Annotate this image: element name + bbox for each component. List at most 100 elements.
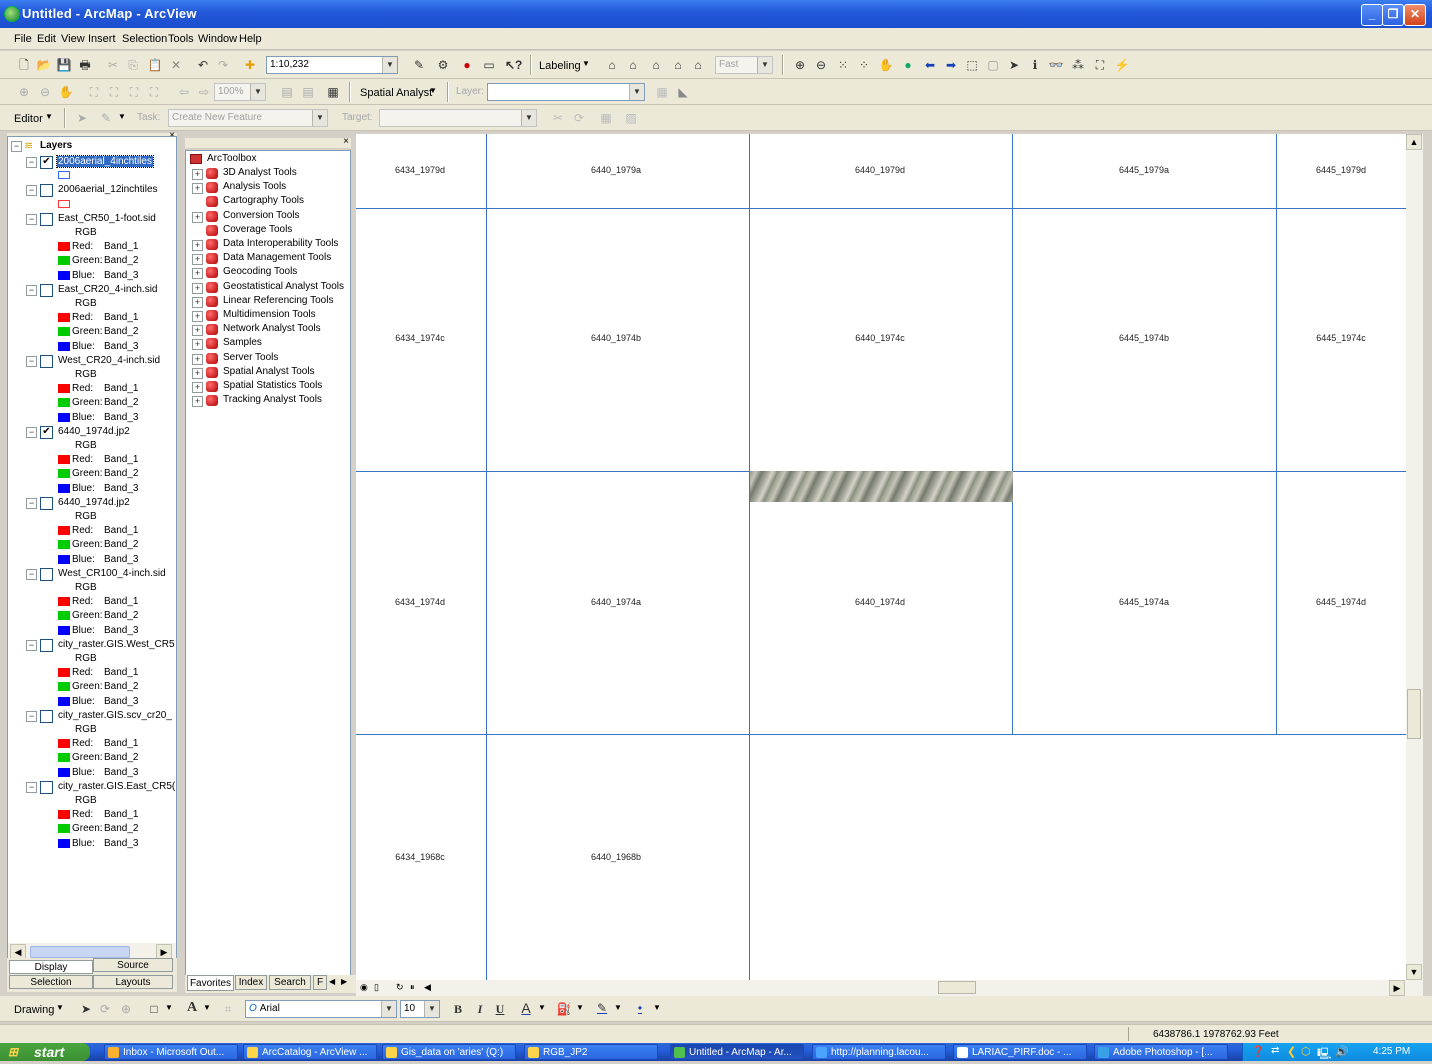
close-icon[interactable]: × xyxy=(343,136,349,147)
layer-visibility-checkbox[interactable] xyxy=(40,638,53,652)
layer-name[interactable]: city_raster.GIS.West_CR5 xyxy=(57,639,176,650)
zoom-whole-page-icon[interactable]: ⛶ xyxy=(86,84,102,100)
scroll-thumb[interactable] xyxy=(30,946,130,958)
previous-extent-icon[interactable]: ⇦ xyxy=(176,84,192,100)
zoom-percent-combo[interactable]: 100% ▼ xyxy=(214,83,266,101)
toolbox-item[interactable]: + Geostatistical Analyst Tools xyxy=(192,281,350,295)
tab-source[interactable]: Source xyxy=(93,958,173,972)
map-scale-combo[interactable]: 1:10,232 ▼ xyxy=(266,56,398,74)
layer-visibility-checkbox[interactable]: ✔ xyxy=(40,156,53,169)
expand-expander-icon[interactable]: + xyxy=(192,367,203,379)
menu-edit[interactable]: Edit xyxy=(37,33,56,45)
clear-selection-icon[interactable]: ▢ xyxy=(985,57,1001,73)
toolbox-item[interactable]: + Data Interoperability Tools xyxy=(192,238,350,252)
layer-visibility-checkbox[interactable] xyxy=(40,354,53,368)
zoom-in-icon[interactable]: ⊕ xyxy=(792,57,808,73)
layer-visibility-checkbox[interactable] xyxy=(40,496,53,510)
change-layout-icon[interactable]: ▦ xyxy=(325,84,341,100)
layer-name[interactable]: West_CR20_4-inch.sid xyxy=(57,355,161,366)
scroll-thumb[interactable] xyxy=(938,981,976,994)
expand-expander-icon[interactable]: + xyxy=(192,311,203,322)
chevron-down-icon[interactable]: ▼ xyxy=(382,57,397,73)
chevron-down-icon[interactable]: ▼ xyxy=(45,112,53,121)
computer-tray-icon[interactable]: 🖳 xyxy=(1317,1045,1332,1064)
chevron-down-icon[interactable]: ▼ xyxy=(312,110,327,126)
redo-icon[interactable]: ↷ xyxy=(215,57,231,73)
copy-icon[interactable]: ⎘ xyxy=(125,57,141,73)
chevron-down-icon[interactable]: ▼ xyxy=(165,1003,173,1012)
font-size-combo[interactable]: 10 ▼ xyxy=(400,1000,440,1018)
collapse-expander-icon[interactable]: − xyxy=(26,185,37,197)
expand-expander-icon[interactable]: + xyxy=(192,268,203,280)
layer-row[interactable]: − East_CR20_4-inch.sid xyxy=(8,283,176,297)
zoom-in-fixed-icon[interactable]: ⊕ xyxy=(16,84,32,100)
taskbar-button[interactable]: Untitled - ArcMap - Ar... xyxy=(670,1044,804,1060)
scroll-down-icon[interactable]: ▼ xyxy=(1406,964,1422,980)
task-combo[interactable]: Create New Feature ▼ xyxy=(168,109,328,127)
menu-file[interactable]: File xyxy=(14,33,32,45)
contour-icon[interactable]: ◣ xyxy=(675,84,691,100)
layer-row[interactable]: − 2006aerial_12inchtiles xyxy=(8,183,176,198)
scroll-right-icon[interactable]: ▶ xyxy=(1389,980,1405,996)
toolbox-item[interactable]: + Tracking Analyst Tools xyxy=(192,394,350,408)
menu-view[interactable]: View xyxy=(61,33,85,45)
collapse-expander-icon[interactable]: − xyxy=(26,781,37,793)
menu-help[interactable]: Help xyxy=(239,33,262,45)
collapse-expander-icon[interactable]: − xyxy=(26,213,37,225)
font-combo[interactable]: O Arial ▼ xyxy=(245,1000,397,1018)
layout-view-icon[interactable]: ▯ xyxy=(374,982,379,993)
arctoolbox-window-icon[interactable]: ● xyxy=(459,57,475,73)
rectangle-icon[interactable]: □ xyxy=(146,1001,162,1017)
layer-row[interactable]: − city_raster.GIS.West_CR5 xyxy=(8,638,176,652)
sketch-pencil-icon[interactable]: ✎ xyxy=(98,110,114,126)
map-vertical-scrollbar[interactable]: ▲ ▼ xyxy=(1406,134,1423,980)
toolbox-item[interactable]: +3D Analyst Tools xyxy=(192,167,350,181)
expand-expander-icon[interactable]: + xyxy=(192,240,203,251)
collapse-expander-icon[interactable]: − xyxy=(26,284,37,296)
layer-visibility-checkbox[interactable] xyxy=(40,184,53,198)
data-view-icon[interactable]: ◉ xyxy=(360,982,368,993)
toolbox-item[interactable]: + Spatial Analyst Tools xyxy=(192,366,350,380)
marker-color-icon[interactable]: • xyxy=(632,1000,648,1016)
expand-expander-icon[interactable]: + xyxy=(192,396,203,408)
layer-visibility-checkbox[interactable] xyxy=(40,212,53,226)
collapse-expander-icon[interactable]: − xyxy=(26,426,37,438)
sketch-properties-icon[interactable]: ▨ xyxy=(623,110,639,126)
zoom-to-elements-icon[interactable]: ⊕ xyxy=(118,1001,134,1017)
expand-expander-icon[interactable]: + xyxy=(192,325,203,337)
toolbox-item[interactable]: + Conversion Tools xyxy=(192,210,350,224)
expand-expander-icon[interactable]: + xyxy=(192,169,203,180)
edit-tool-arrow-icon[interactable]: ➤ xyxy=(74,110,90,126)
collapse-expander-icon[interactable]: − xyxy=(26,639,37,651)
layer-combo[interactable]: ▼ xyxy=(487,83,645,101)
taskbar-button[interactable]: Gis_data on 'aries' (Q:) xyxy=(382,1044,516,1060)
layer-visibility-checkbox[interactable] xyxy=(40,283,53,297)
tab-display[interactable]: Display xyxy=(9,960,93,974)
arctoolbox-icon[interactable]: ⚙ xyxy=(435,57,451,73)
zoom-100-icon[interactable]: ⛶ xyxy=(106,84,122,100)
arrow-tray-icon[interactable]: ❮ xyxy=(1287,1045,1296,1058)
toolbox-item[interactable]: + Server Tools xyxy=(192,352,350,366)
layer-row[interactable]: − West_CR100_4-inch.sid xyxy=(8,567,176,581)
tab-selection[interactable]: Selection xyxy=(9,975,93,989)
taskbar-button[interactable]: Adobe Photoshop - [... xyxy=(1094,1044,1228,1060)
tab-favorites[interactable]: Favorites xyxy=(187,975,234,991)
expand-expander-icon[interactable]: + xyxy=(192,282,203,294)
zoom-out-fixed-icon[interactable]: ⊖ xyxy=(37,84,53,100)
pan-icon[interactable]: ✋ xyxy=(58,84,74,100)
attributes-icon[interactable]: ▦ xyxy=(598,110,614,126)
toc-root-layers[interactable]: − ≋ Layers xyxy=(8,139,176,153)
toolbox-item[interactable]: + Spatial Statistics Tools xyxy=(192,380,350,394)
zoom-out-icon[interactable]: ⊖ xyxy=(813,57,829,73)
collapse-expander-icon[interactable]: − xyxy=(26,157,37,168)
layer-row[interactable]: − East_CR50_1-foot.sid xyxy=(8,212,176,226)
taskbar-button[interactable]: Inbox - Microsoft Out... xyxy=(104,1044,238,1060)
full-extent-globe-icon[interactable]: ● xyxy=(900,57,916,73)
layer-visibility-checkbox[interactable] xyxy=(40,780,53,794)
chevron-down-icon[interactable]: ▼ xyxy=(576,1003,584,1012)
fixed-zoom-out-icon[interactable]: ⛶ xyxy=(146,84,162,100)
go-to-xy-icon[interactable]: ⁂ xyxy=(1070,57,1086,73)
expand-expander-icon[interactable]: + xyxy=(192,211,203,223)
lock-labels-icon[interactable]: ⌂ xyxy=(670,57,686,73)
label-quality-combo[interactable]: Fast ▼ xyxy=(715,56,773,74)
